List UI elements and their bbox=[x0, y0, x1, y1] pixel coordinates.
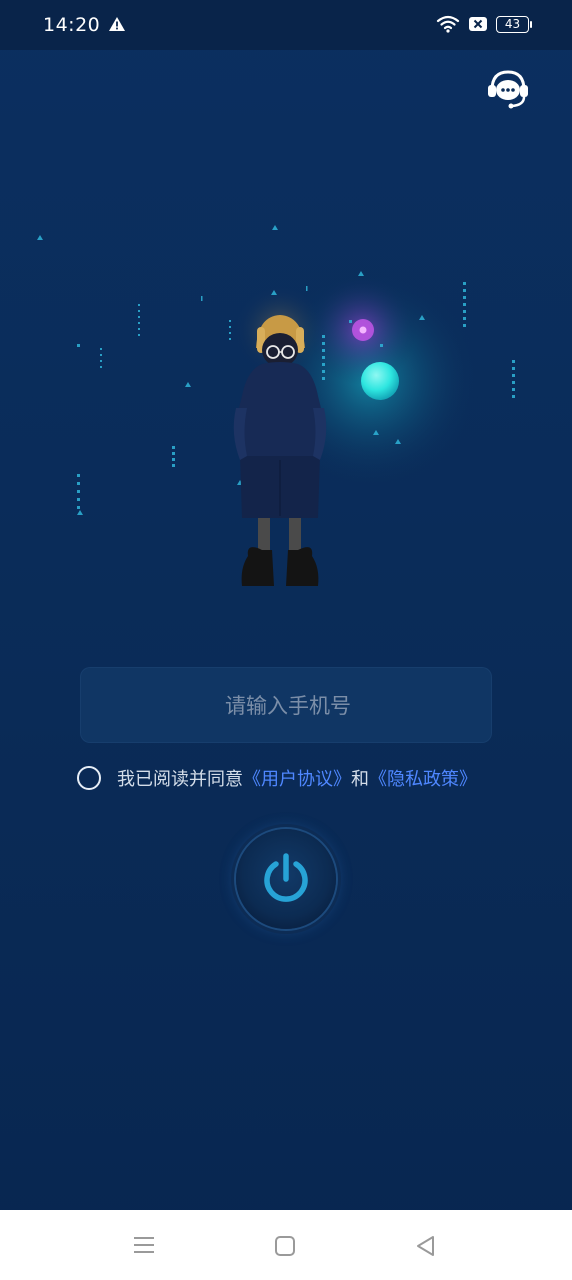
privacy-policy-link[interactable]: 《隐私政策》 bbox=[369, 769, 477, 790]
battery-level: 43 bbox=[504, 17, 521, 31]
user-agreement-link[interactable]: 《用户协议》 bbox=[243, 769, 351, 790]
no-sim-icon bbox=[469, 17, 487, 31]
back-icon[interactable] bbox=[414, 1234, 438, 1258]
phone-input-container bbox=[80, 667, 496, 745]
wifi-icon bbox=[436, 15, 460, 33]
customer-service-icon bbox=[488, 70, 528, 109]
battery-icon: 43 bbox=[496, 16, 532, 33]
home-icon[interactable] bbox=[273, 1234, 297, 1258]
status-bar: 14:20 43 bbox=[0, 0, 572, 50]
phone-number-input[interactable] bbox=[80, 667, 496, 745]
warning-icon bbox=[109, 17, 125, 31]
purple-orb bbox=[352, 319, 374, 341]
illustration bbox=[37, 225, 515, 586]
cyan-orb bbox=[361, 362, 399, 400]
system-navigation-bar bbox=[0, 1210, 572, 1280]
power-icon bbox=[264, 853, 308, 902]
agreement-checkbox[interactable] bbox=[77, 766, 101, 790]
agreement-and: 和 bbox=[351, 769, 369, 790]
customer-service-button[interactable] bbox=[486, 68, 530, 110]
menu-icon[interactable] bbox=[131, 1234, 157, 1256]
login-power-button[interactable] bbox=[236, 829, 336, 929]
agreement-text: 我已阅读并同意《用户协议》和《隐私政策》 bbox=[117, 765, 477, 791]
agreement-prefix: 我已阅读并同意 bbox=[117, 769, 243, 790]
login-screen: 14:20 43 请输入手机号 我已阅读并同意《用户协议》和《隐私政策》 bbox=[0, 0, 572, 1280]
status-time: 14:20 bbox=[43, 14, 101, 36]
agreement-row: 我已阅读并同意《用户协议》和《隐私政策》 bbox=[77, 764, 517, 792]
